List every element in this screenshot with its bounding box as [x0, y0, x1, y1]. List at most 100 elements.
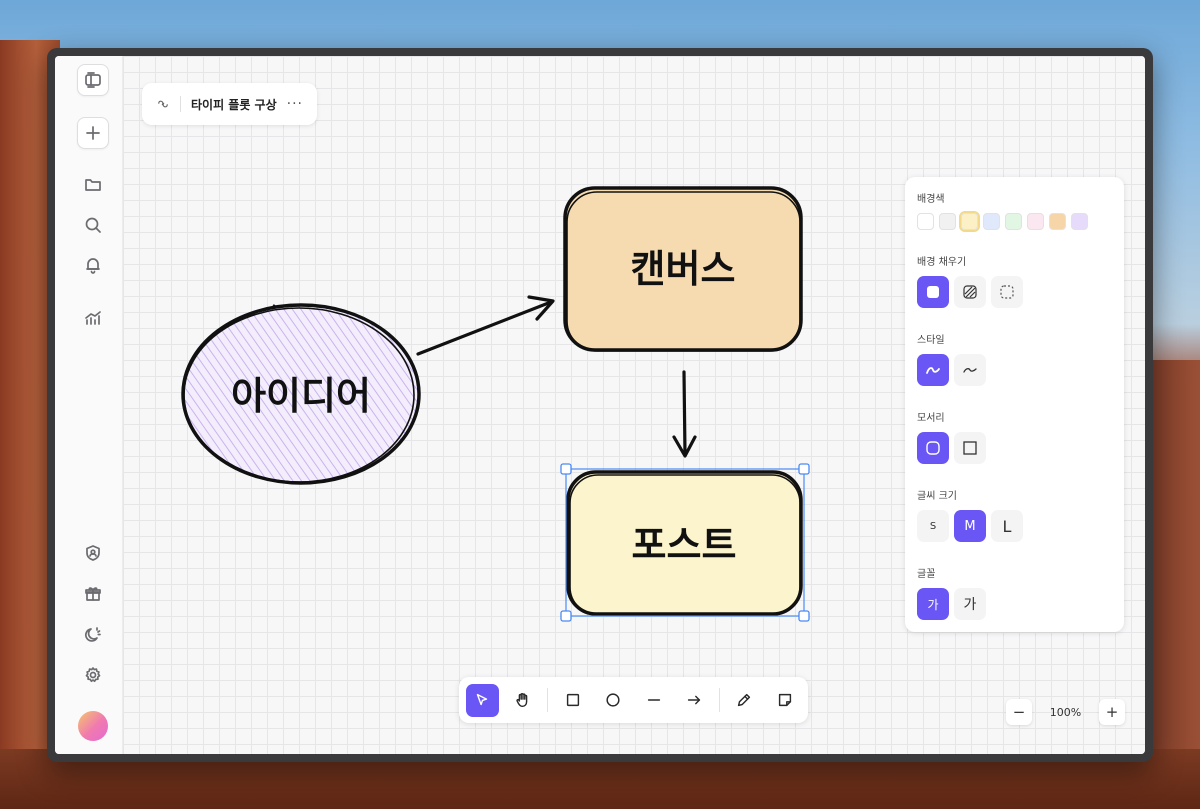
node-idea-label: 아이디어 [231, 374, 371, 418]
gift-icon [85, 587, 101, 601]
fill-solid-button[interactable] [917, 276, 949, 308]
font-standard-button[interactable]: 가 [954, 588, 986, 620]
canvas[interactable]: 타이피 플롯 구상 ··· 아이디어 캔버스 포스트 배경색 배경 채우기 스타… [123, 56, 1145, 754]
notifications-button[interactable] [77, 249, 109, 281]
style-section: 스타일 [917, 331, 986, 386]
smooth-stroke-icon [963, 368, 977, 373]
zoom-in-button[interactable]: + [1098, 699, 1125, 725]
new-document-button[interactable] [77, 117, 109, 149]
moon-icon [85, 627, 101, 642]
corner-sharp-button[interactable] [954, 432, 986, 464]
search-icon [85, 217, 101, 233]
fill-section: 배경 채우기 [917, 253, 1023, 308]
swatch-purple[interactable] [1071, 213, 1088, 230]
tool-ellipse[interactable] [597, 684, 630, 717]
zoom-control: − 100% + [1006, 699, 1125, 725]
background-color-section: 배경색 [917, 190, 1088, 232]
toolbar-separator [718, 688, 720, 712]
resize-handle-tl[interactable] [560, 463, 572, 475]
node-post-label: 포스트 [632, 523, 737, 567]
app: 타이피 플롯 구상 ··· 아이디어 캔버스 포스트 배경색 배경 채우기 스타… [55, 56, 1145, 754]
arrow-icon [688, 695, 701, 705]
background-swatches [917, 211, 1088, 232]
edge-canvas-post[interactable] [672, 370, 697, 458]
sidebar [55, 56, 123, 754]
hand-icon [516, 692, 528, 708]
bell-icon [86, 258, 100, 274]
circle-icon [606, 693, 620, 707]
plus-icon [86, 126, 100, 140]
background-color-title: 배경색 [917, 194, 945, 205]
line-icon [647, 699, 660, 701]
security-button[interactable] [77, 537, 109, 569]
gift-button[interactable] [77, 578, 109, 610]
font-size-m-button[interactable]: M [954, 510, 986, 542]
cursor-icon [477, 693, 488, 706]
tool-line[interactable] [637, 684, 670, 717]
style-title: 스타일 [917, 335, 945, 346]
node-idea[interactable]: 아이디어 [181, 303, 421, 485]
sticky-note-icon [778, 693, 791, 707]
sketchy-stroke-icon [926, 367, 940, 374]
chart-icon [85, 311, 101, 325]
fill-title: 배경 채우기 [917, 257, 967, 268]
node-canvas-label: 캔버스 [631, 247, 736, 291]
zoom-level[interactable]: 100% [1050, 706, 1081, 719]
analytics-button[interactable] [77, 302, 109, 334]
tool-pencil[interactable] [728, 684, 761, 717]
style-smooth-button[interactable] [954, 354, 986, 386]
fill-none-button[interactable] [991, 276, 1023, 308]
settings-button[interactable] [77, 659, 109, 691]
corner-title: 모서리 [917, 413, 945, 424]
swatch-green[interactable] [1005, 213, 1022, 230]
tool-rectangle[interactable] [556, 684, 589, 717]
folder-icon [85, 179, 101, 191]
app-window: 타이피 플롯 구상 ··· 아이디어 캔버스 포스트 배경색 배경 채우기 스타… [47, 48, 1153, 762]
swatch-orange[interactable] [1049, 213, 1066, 230]
sharp-corner-icon [963, 441, 977, 455]
node-canvas[interactable]: 캔버스 [563, 186, 803, 352]
font-size-s-button[interactable]: S [917, 510, 949, 542]
drawing-toolbar [459, 677, 808, 723]
fill-hatch-button[interactable] [954, 276, 986, 308]
resize-handle-br[interactable] [798, 610, 810, 622]
avatar[interactable] [78, 711, 108, 741]
resize-handle-bl[interactable] [560, 610, 572, 622]
theme-button[interactable] [77, 619, 109, 651]
folder-button[interactable] [77, 169, 109, 201]
font-size-section: 글씨 크기 S M L [917, 487, 1023, 542]
swatch-white[interactable] [917, 213, 934, 230]
font-size-title: 글씨 크기 [917, 491, 957, 502]
zoom-out-button[interactable]: − [1006, 699, 1032, 725]
corner-section: 모서리 [917, 409, 986, 464]
tool-hand[interactable] [507, 684, 540, 717]
properties-panel: 배경색 배경 채우기 스타일 모서리 글씨 크기 S M L 글꼴 가 가 [905, 177, 1124, 632]
rounded-corner-icon [926, 441, 940, 455]
swatch-yellow[interactable] [959, 211, 980, 232]
corner-round-button[interactable] [917, 432, 949, 464]
gear-icon [85, 667, 101, 683]
tool-note[interactable] [768, 684, 801, 717]
hatch-fill-icon [963, 285, 977, 299]
sidebar-toggle-icon [85, 72, 101, 88]
font-title: 글꼴 [917, 569, 936, 580]
edge-idea-canvas[interactable] [416, 295, 555, 356]
tool-arrow[interactable] [678, 684, 711, 717]
shield-icon [86, 545, 100, 561]
font-size-l-button[interactable]: L [991, 510, 1023, 542]
font-handwritten-button[interactable]: 가 [917, 588, 949, 620]
swatch-blue[interactable] [983, 213, 1000, 230]
solid-fill-icon [927, 286, 939, 298]
toolbar-separator [547, 688, 549, 712]
tool-select[interactable] [466, 683, 499, 717]
node-post[interactable]: 포스트 [566, 470, 803, 616]
swatch-pink[interactable] [1027, 213, 1044, 230]
font-section: 글꼴 가 가 [917, 565, 986, 620]
search-button[interactable] [77, 209, 109, 241]
sidebar-toggle-button[interactable] [77, 64, 109, 96]
no-fill-icon [1000, 285, 1014, 299]
pencil-icon [737, 693, 751, 707]
style-sketchy-button[interactable] [917, 354, 949, 386]
swatch-gray[interactable] [939, 213, 956, 230]
resize-handle-tr[interactable] [798, 463, 810, 475]
